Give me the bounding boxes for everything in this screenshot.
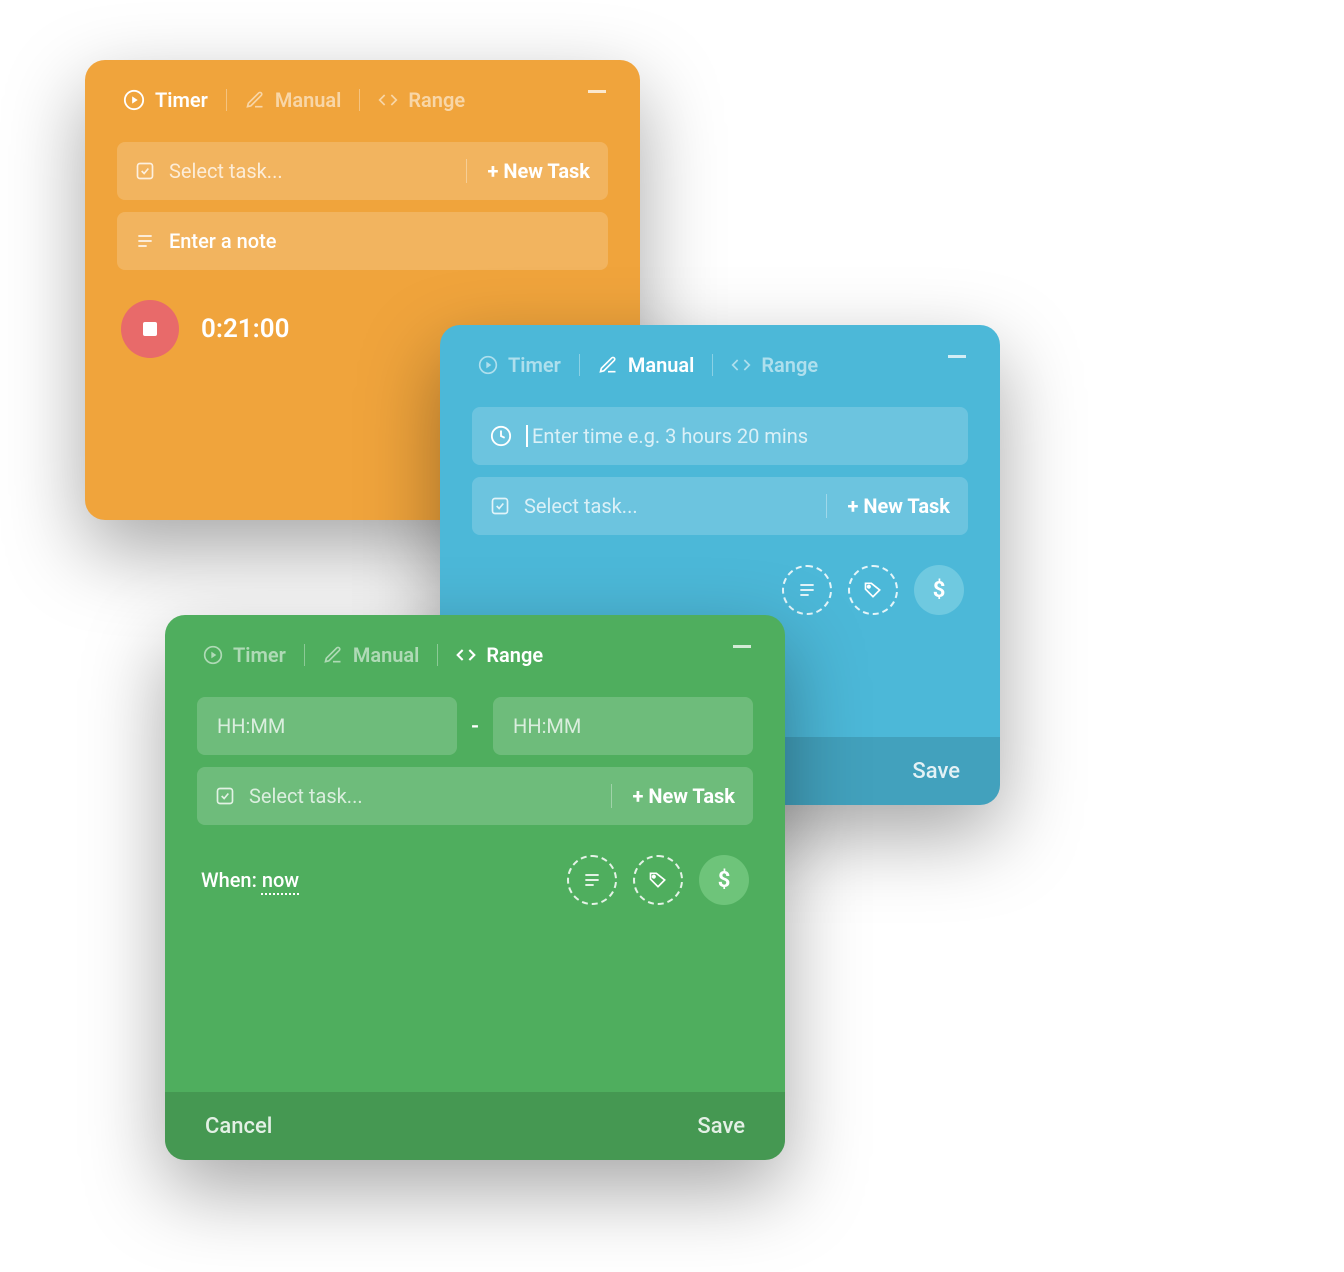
start-time-field[interactable]: HH:MM — [197, 697, 457, 755]
range-card: Timer Manual Range HH:MM - HH:MM — [165, 615, 785, 1160]
check-square-icon — [215, 786, 235, 806]
footer: Cancel Save — [165, 1092, 785, 1160]
billable-button[interactable]: $ — [699, 855, 749, 905]
tab-timer[interactable]: Timer — [478, 353, 561, 377]
action-row: When: now $ — [165, 837, 785, 923]
tabs-row: Timer Manual Range — [165, 615, 785, 685]
note-lines-icon — [582, 870, 602, 890]
tabs-row: Timer Manual Range — [440, 325, 1000, 395]
minimize-button[interactable] — [588, 90, 606, 93]
check-square-icon — [490, 496, 510, 516]
separator — [304, 644, 305, 666]
new-task-button[interactable]: + New Task — [611, 784, 735, 808]
tab-manual[interactable]: Manual — [245, 88, 342, 112]
tab-manual-label: Manual — [275, 88, 342, 112]
tab-range[interactable]: Range — [456, 643, 543, 667]
note-lines-icon — [135, 231, 155, 251]
separator — [226, 89, 227, 111]
tab-timer-label: Timer — [508, 353, 561, 377]
time-range-row: HH:MM - HH:MM — [197, 697, 753, 755]
when-label: When: — [201, 868, 262, 892]
range-icon — [456, 645, 476, 665]
tab-range-label: Range — [408, 88, 465, 112]
range-dash: - — [471, 714, 479, 739]
clock-icon — [490, 425, 512, 447]
tags-button[interactable] — [848, 565, 898, 615]
icon-buttons: $ — [567, 855, 749, 905]
end-time-placeholder: HH:MM — [513, 714, 581, 738]
tag-icon — [648, 870, 668, 890]
tab-range[interactable]: Range — [378, 88, 465, 112]
tag-icon — [863, 580, 883, 600]
tab-manual[interactable]: Manual — [323, 643, 420, 667]
separator — [712, 354, 713, 376]
tab-manual-label: Manual — [628, 353, 695, 377]
select-task-placeholder: Select task... — [169, 159, 456, 183]
tags-button[interactable] — [633, 855, 683, 905]
edit-icon — [245, 90, 265, 110]
play-circle-icon — [203, 645, 223, 665]
new-task-button[interactable]: + New Task — [826, 494, 950, 518]
select-task-placeholder: Select task... — [524, 494, 816, 518]
text-cursor — [526, 425, 528, 447]
minimize-button[interactable] — [733, 645, 751, 648]
select-task-placeholder: Select task... — [249, 784, 601, 808]
check-square-icon — [135, 161, 155, 181]
separator — [579, 354, 580, 376]
separator — [437, 644, 438, 666]
note-button[interactable] — [567, 855, 617, 905]
icon-buttons: $ — [782, 565, 964, 615]
tab-timer[interactable]: Timer — [203, 643, 286, 667]
select-task-field[interactable]: Select task... + New Task — [117, 142, 608, 200]
minimize-button[interactable] — [948, 355, 966, 358]
note-button[interactable] — [782, 565, 832, 615]
note-placeholder: Enter a note — [169, 229, 590, 253]
tab-timer-label: Timer — [233, 643, 286, 667]
stop-icon — [143, 322, 157, 336]
tab-range[interactable]: Range — [731, 353, 818, 377]
when-value[interactable]: now — [262, 868, 299, 892]
play-circle-icon — [478, 355, 498, 375]
stop-button[interactable] — [121, 300, 179, 358]
dollar-icon: $ — [933, 578, 946, 603]
tab-manual-label: Manual — [353, 643, 420, 667]
dollar-icon: $ — [718, 868, 731, 893]
tab-range-label: Range — [486, 643, 543, 667]
save-button[interactable]: Save — [697, 1114, 745, 1139]
save-button[interactable]: Save — [912, 759, 960, 784]
note-lines-icon — [797, 580, 817, 600]
billable-button[interactable]: $ — [914, 565, 964, 615]
when-row: When: now — [201, 868, 299, 892]
note-field[interactable]: Enter a note — [117, 212, 608, 270]
play-circle-icon — [123, 89, 145, 111]
tabs-row: Timer Manual Range — [85, 60, 640, 130]
select-task-field[interactable]: Select task... + New Task — [472, 477, 968, 535]
range-icon — [731, 355, 751, 375]
start-time-placeholder: HH:MM — [217, 714, 285, 738]
end-time-field[interactable]: HH:MM — [493, 697, 753, 755]
tab-manual[interactable]: Manual — [598, 353, 695, 377]
range-icon — [378, 90, 398, 110]
tab-timer-label: Timer — [155, 88, 208, 112]
new-task-button[interactable]: + New Task — [466, 159, 590, 183]
time-input-field[interactable]: Enter time e.g. 3 hours 20 mins — [472, 407, 968, 465]
elapsed-time: 0:21:00 — [201, 314, 289, 344]
edit-icon — [598, 355, 618, 375]
select-task-field[interactable]: Select task... + New Task — [197, 767, 753, 825]
separator — [359, 89, 360, 111]
tab-timer[interactable]: Timer — [123, 88, 208, 112]
cancel-button[interactable]: Cancel — [205, 1114, 272, 1139]
tab-range-label: Range — [761, 353, 818, 377]
time-input-placeholder: Enter time e.g. 3 hours 20 mins — [532, 424, 950, 448]
edit-icon — [323, 645, 343, 665]
